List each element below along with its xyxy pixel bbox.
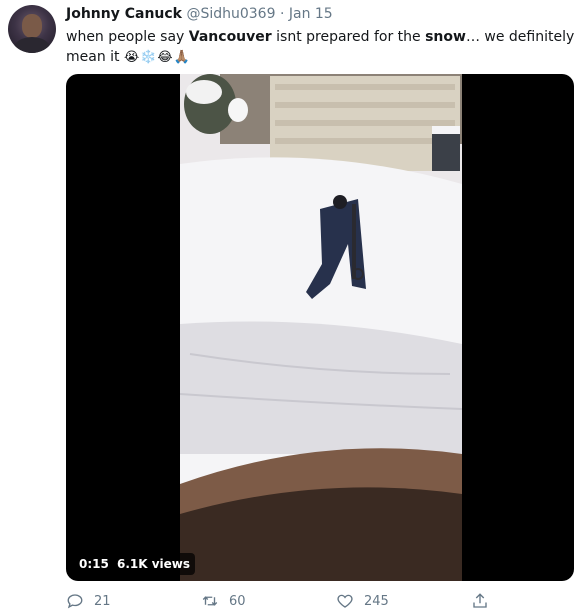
video-player[interactable]: 0:15 6.1K views <box>66 74 574 581</box>
retweet-button[interactable]: 60 <box>201 591 246 611</box>
tweet-text-bold-snow: snow <box>425 29 466 45</box>
tweet-header: Johnny Canuck @Sidhu0369 · Jan 15 <box>66 6 333 26</box>
snow-scene-image <box>180 74 462 581</box>
retweet-icon <box>202 596 218 606</box>
tweet-date[interactable]: Jan 15 <box>289 6 333 22</box>
avatar-face <box>22 14 42 38</box>
tweet-text: when people say Vancouver isnt prepared … <box>66 27 576 68</box>
separator: · <box>275 6 289 22</box>
share-button[interactable] <box>471 591 499 611</box>
video-duration-badge: 0:15 <box>74 553 114 575</box>
emoji-group: 😭❄️😂🙏🏽 <box>123 50 191 65</box>
tweet-text-part: isnt prepared for the <box>271 29 426 45</box>
video-views-badge: 6.1K views <box>112 553 196 575</box>
avatar[interactable] <box>8 5 56 53</box>
author-name[interactable]: Johnny Canuck <box>66 6 182 22</box>
tweet-text-part: when people say <box>66 29 189 45</box>
tweet-actions: 21 60 245 <box>66 591 576 611</box>
avatar-body <box>14 37 50 53</box>
reply-count: 21 <box>94 593 111 609</box>
like-button[interactable]: 245 <box>336 591 389 611</box>
video-frame[interactable] <box>180 74 462 581</box>
like-count: 245 <box>364 593 389 609</box>
tweet[interactable]: Johnny Canuck @Sidhu0369 · Jan 15 when p… <box>0 0 582 613</box>
retweet-count: 60 <box>229 593 246 609</box>
heart-icon <box>337 594 353 608</box>
tweet-text-bold-vancouver: Vancouver <box>188 29 272 45</box>
share-icon <box>473 593 487 608</box>
reply-icon <box>67 594 83 609</box>
reply-button[interactable]: 21 <box>66 591 111 611</box>
author-handle[interactable]: @Sidhu0369 <box>186 6 275 22</box>
